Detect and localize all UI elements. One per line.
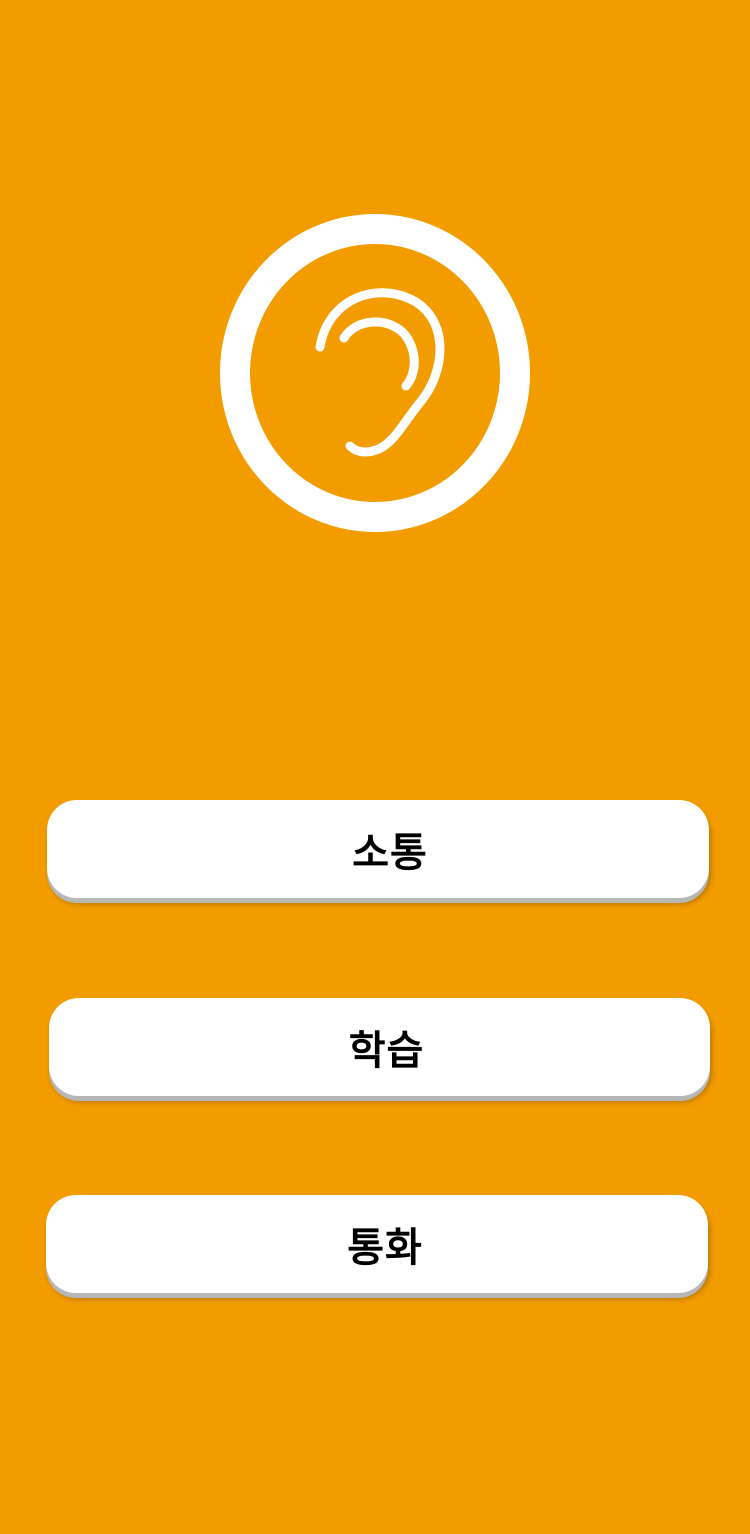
learning-button-label: 학습 bbox=[348, 1028, 425, 1074]
communication-button-label: 소통 bbox=[352, 830, 428, 876]
main-screen: 소통 학습 통화 bbox=[0, 0, 750, 1534]
ear-icon bbox=[220, 214, 530, 532]
call-button-label: 통화 bbox=[347, 1225, 423, 1271]
learning-button[interactable]: 학습 bbox=[49, 998, 710, 1096]
communication-button[interactable]: 소통 bbox=[47, 800, 709, 898]
call-button[interactable]: 통화 bbox=[46, 1195, 708, 1293]
app-logo bbox=[220, 214, 530, 532]
